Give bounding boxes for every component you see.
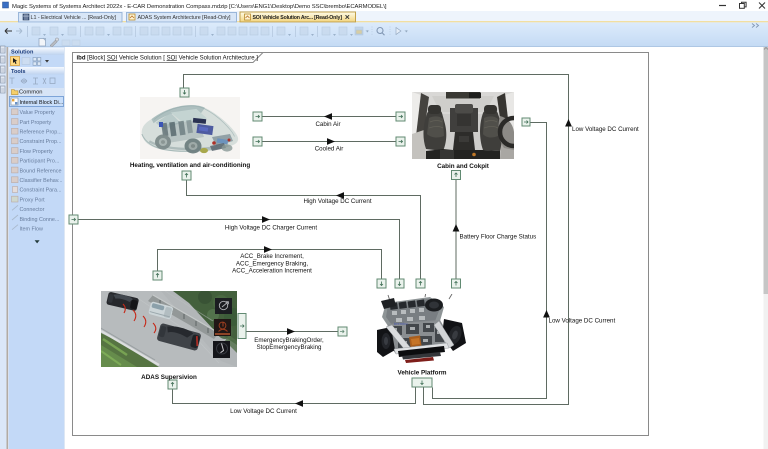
svg-text:ACC_Emergency Braking,: ACC_Emergency Braking, (236, 260, 308, 267)
svg-text:Constraint Prop...: Constraint Prop... (20, 139, 62, 145)
svg-text:Connector: Connector (20, 207, 45, 213)
svg-text:Flow Property: Flow Property (20, 149, 54, 155)
svg-text:Low Voltage DC Current: Low Voltage DC Current (549, 318, 616, 325)
svg-text:brembo: brembo (394, 321, 408, 326)
svg-text:Proxy Port: Proxy Port (20, 197, 46, 203)
svg-text:Participant Pro...: Participant Pro... (20, 159, 60, 165)
svg-text:Battery Floor Charge Status: Battery Floor Charge Status (460, 234, 537, 241)
svg-text:Vehicle Platform: Vehicle Platform (398, 370, 447, 377)
svg-text:Internal Block Di...: Internal Block Di... (20, 100, 64, 106)
svg-text:Cooled Air: Cooled Air (315, 146, 344, 153)
svg-text:Bound Reference: Bound Reference (20, 168, 62, 174)
svg-text:Tools: Tools (11, 69, 26, 75)
svg-text:Classifier Behav...: Classifier Behav... (20, 178, 63, 184)
svg-text:SOI Vehicle Solution Arc... [R: SOI Vehicle Solution Arc... [Read-Only] (253, 15, 343, 21)
svg-text:High Voltage DC Current: High Voltage DC Current (303, 198, 371, 205)
svg-text:Value Property: Value Property (20, 110, 56, 116)
svg-text:ADAS System Architecture [Read: ADAS System Architecture [Read-Only] (138, 15, 231, 21)
svg-text:Constraint Para...: Constraint Para... (20, 188, 62, 194)
svg-text:Cabin Air: Cabin Air (315, 121, 340, 128)
svg-text:ACC_Acceleration Increment: ACC_Acceleration Increment (232, 268, 312, 275)
svg-text:Low Voltage DC Current: Low Voltage DC Current (572, 126, 639, 133)
svg-text:StopEmergencyBraking: StopEmergencyBraking (256, 344, 322, 351)
svg-text:Binding Conne...: Binding Conne... (20, 217, 60, 223)
svg-text:ACC_Brake Increment,: ACC_Brake Increment, (240, 253, 304, 260)
svg-text:Heating, ventilation and air-c: Heating, ventilation and air-conditionin… (130, 162, 250, 169)
svg-text:Common: Common (19, 90, 43, 96)
svg-text:Cabin and Cokpit: Cabin and Cokpit (437, 163, 490, 170)
svg-text:Reference Prop...: Reference Prop... (20, 130, 62, 136)
svg-text:ibd [Block] SOI Vehicle Soluti: ibd [Block] SOI Vehicle Solution [ SOI V… (77, 55, 259, 61)
svg-text:Solution: Solution (11, 50, 34, 56)
svg-text:High Voltage DC Charger Curren: High Voltage DC Charger Current (225, 225, 317, 232)
svg-text:ADAS Supersivion: ADAS Supersivion (141, 374, 197, 381)
svg-text:L1 - Electrical Vehicle ... [R: L1 - Electrical Vehicle ... [Read-Only] (31, 15, 117, 21)
svg-text:Magic Systems of Systems Archi: Magic Systems of Systems Architect 2022x… (12, 4, 387, 10)
svg-text:EmergencyBrakingOrder,: EmergencyBrakingOrder, (254, 337, 324, 344)
svg-text:Low Voltage DC Current: Low Voltage DC Current (230, 408, 297, 415)
svg-text:Part Property: Part Property (20, 120, 52, 126)
svg-text:Item Flow: Item Flow (20, 227, 43, 233)
